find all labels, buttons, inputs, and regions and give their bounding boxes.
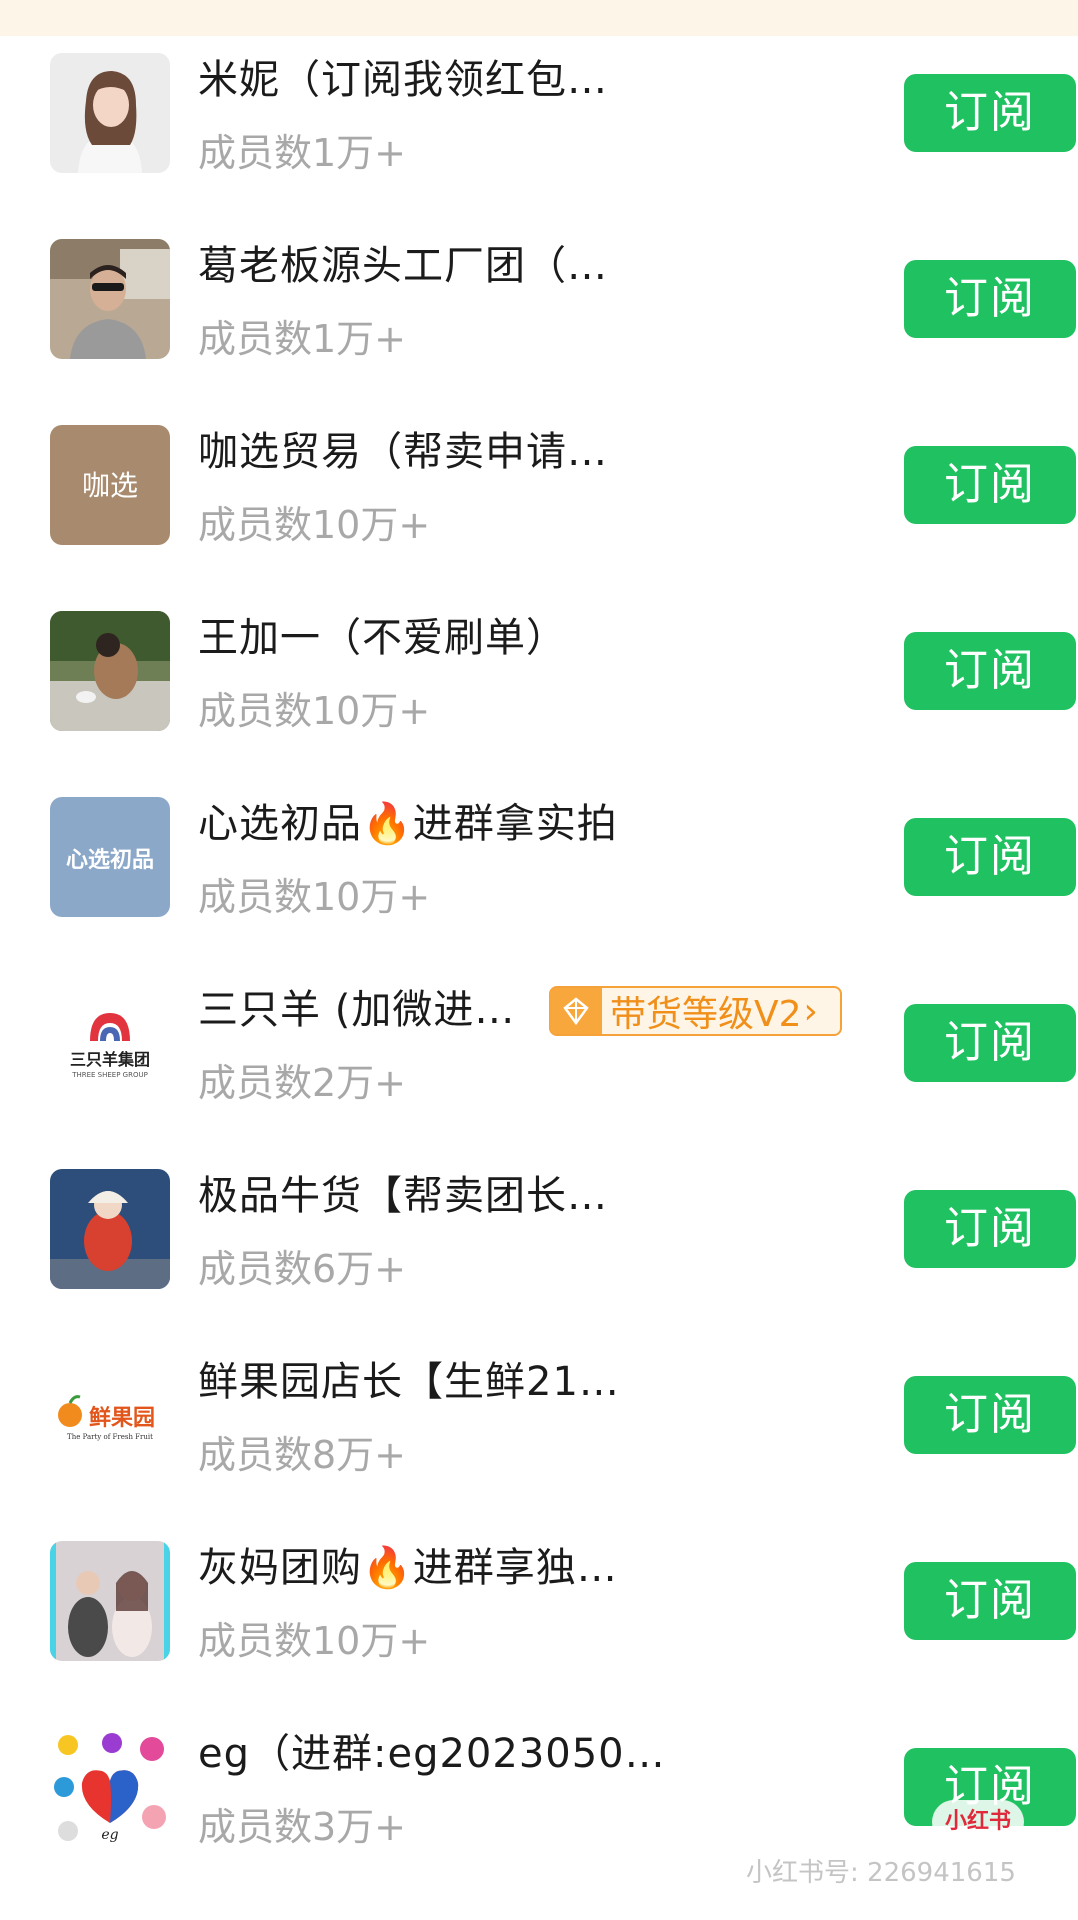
member-count: 成员数1万+: [198, 317, 407, 361]
list-item[interactable]: 极品牛货【帮卖团长… 成员数6万+ 订阅: [0, 1152, 1078, 1338]
member-count: 成员数10万+: [198, 1619, 431, 1663]
member-count: 成员数6万+: [198, 1247, 407, 1291]
avatar[interactable]: [50, 1541, 170, 1661]
subscribe-button[interactable]: 订阅: [904, 1562, 1076, 1640]
level-badge[interactable]: 带货等级V2 ›: [549, 986, 842, 1036]
list-item[interactable]: 灰妈团购🔥进群享独… 成员数10万+ 订阅: [0, 1524, 1078, 1710]
avatar[interactable]: [50, 53, 170, 173]
member-count: 成员数1万+: [198, 131, 407, 175]
list-item[interactable]: 三只羊集团 THREE SHEEP GROUP 三只羊 (加微进… 带货等级V2…: [0, 966, 1078, 1152]
list-item[interactable]: 王加一（不爱刷单） 成员数10万+ 订阅: [0, 594, 1078, 780]
list-item[interactable]: 葛老板源头工厂团（… 成员数1万+ 订阅: [0, 222, 1078, 408]
member-count: 成员数2万+: [198, 1061, 407, 1105]
subscribe-button[interactable]: 订阅: [904, 260, 1076, 338]
avatar-logo-subtext: The Party of Fresh Fruit: [67, 1433, 153, 1441]
group-list-page: 米妮（订阅我领红包… 成员数1万+ 订阅 葛老板源头工厂团（… 成员数1万+ 订…: [0, 0, 1078, 1920]
subscribe-button[interactable]: 订阅: [904, 74, 1076, 152]
avatar[interactable]: 心选初品: [50, 797, 170, 917]
member-count: 成员数8万+: [198, 1433, 407, 1477]
avatar[interactable]: [50, 611, 170, 731]
xiaohongshu-logo: 小红书: [932, 1800, 1024, 1844]
subscribe-button[interactable]: 订阅: [904, 446, 1076, 524]
member-count: 成员数3万+: [198, 1805, 407, 1849]
chevron-right-icon: ›: [803, 990, 818, 1032]
group-list: 米妮（订阅我领红包… 成员数1万+ 订阅 葛老板源头工厂团（… 成员数1万+ 订…: [0, 36, 1078, 1896]
group-name: 米妮（订阅我领红包…: [198, 57, 608, 103]
list-item[interactable]: 米妮（订阅我领红包… 成员数1万+ 订阅: [0, 36, 1078, 222]
top-banner-strip: [0, 0, 1078, 36]
member-count: 成员数10万+: [198, 875, 431, 919]
member-count: 成员数10万+: [198, 503, 431, 547]
group-name: 灰妈团购🔥进群享独…: [198, 1545, 618, 1591]
avatar-logo-text: 咖选: [82, 469, 138, 502]
group-name: 三只羊 (加微进…: [198, 987, 516, 1033]
list-item[interactable]: 咖选 咖选贸易（帮卖申请… 成员数10万+ 订阅: [0, 408, 1078, 594]
subscribe-button[interactable]: 订阅: [904, 1376, 1076, 1454]
diamond-icon: [550, 988, 602, 1034]
avatar[interactable]: 三只羊集团 THREE SHEEP GROUP: [50, 983, 170, 1103]
subscribe-button[interactable]: 订阅: [904, 1190, 1076, 1268]
avatar-logo-text: 鲜果园: [89, 1406, 155, 1431]
avatar-logo-text: 三只羊集团: [70, 1050, 150, 1069]
group-name: eg（进群:eg2023050…: [198, 1731, 666, 1777]
group-name: 咖选贸易（帮卖申请…: [198, 429, 608, 475]
member-count: 成员数10万+: [198, 689, 431, 733]
avatar[interactable]: 鲜果园 The Party of Fresh Fruit: [50, 1355, 170, 1475]
avatar-logo-subtext: THREE SHEEP GROUP: [71, 1071, 148, 1079]
group-name: 葛老板源头工厂团（…: [198, 243, 608, 289]
subscribe-button[interactable]: 订阅: [904, 632, 1076, 710]
avatar[interactable]: 咖选: [50, 425, 170, 545]
group-name: 王加一（不爱刷单）: [198, 615, 567, 661]
subscribe-button[interactable]: 订阅: [904, 818, 1076, 896]
avatar[interactable]: eg: [50, 1727, 170, 1847]
account-watermark: 小红书号: 226941615: [746, 1858, 1016, 1888]
group-name: 极品牛货【帮卖团长…: [198, 1173, 608, 1219]
subscribe-button[interactable]: 订阅: [904, 1004, 1076, 1082]
list-item[interactable]: 鲜果园 The Party of Fresh Fruit 鲜果园店长【生鲜21……: [0, 1338, 1078, 1524]
avatar[interactable]: [50, 1169, 170, 1289]
group-name: 鲜果园店长【生鲜21…: [198, 1359, 620, 1405]
list-item[interactable]: 心选初品 心选初品🔥进群拿实拍 成员数10万+ 订阅: [0, 780, 1078, 966]
avatar-logo-text: 心选初品: [66, 847, 154, 873]
group-name: 心选初品🔥进群拿实拍: [198, 801, 618, 847]
badge-label: 带货等级V2: [610, 994, 802, 1035]
avatar[interactable]: [50, 239, 170, 359]
avatar-logo-text: eg: [101, 1827, 118, 1843]
